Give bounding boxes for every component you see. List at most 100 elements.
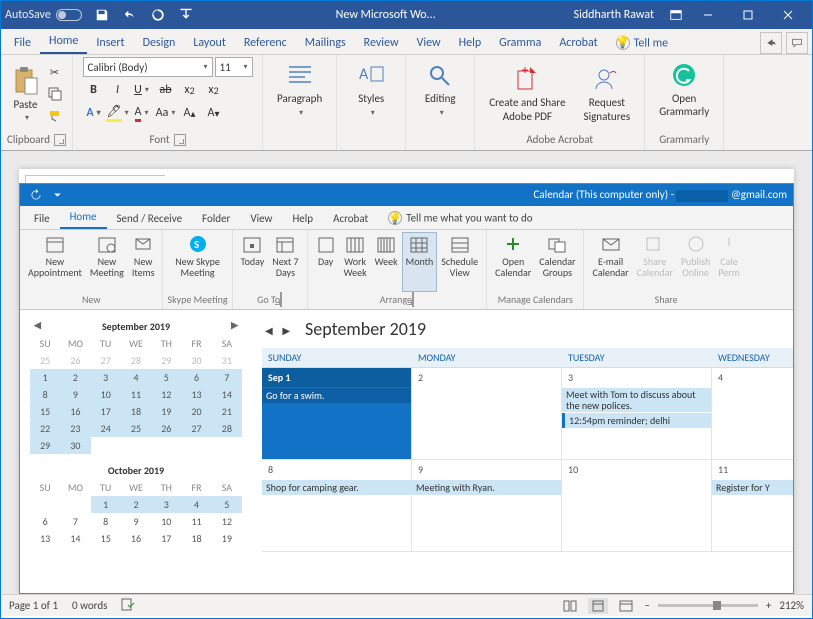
minimize-button[interactable] <box>688 1 728 29</box>
font-size-combo[interactable]: 11▾ <box>215 57 253 77</box>
outlook-tab-view[interactable]: View <box>240 208 282 229</box>
tab-help[interactable]: Help <box>450 32 491 54</box>
italic-button[interactable]: I <box>107 80 129 100</box>
save-icon[interactable] <box>90 3 114 27</box>
qat-dropdown-icon[interactable]: ⏷ <box>54 190 61 201</box>
superscript-button[interactable]: x2 <box>203 80 225 100</box>
user-name[interactable]: Siddharth Rawat <box>574 8 654 22</box>
web-layout-icon[interactable] <box>616 598 636 614</box>
refresh-icon[interactable] <box>26 185 46 205</box>
tab-grammarly[interactable]: Gramma <box>490 32 550 54</box>
tab-design[interactable]: Design <box>134 32 185 54</box>
tab-mailings[interactable]: Mailings <box>296 32 355 54</box>
tab-layout[interactable]: Layout <box>184 32 235 54</box>
shrink-font-button[interactable]: A▾ <box>203 103 225 123</box>
day-cell-8[interactable]: 8 Shop for camping gear. <box>262 460 412 552</box>
zoom-slider[interactable] <box>658 604 758 607</box>
next-period-icon[interactable]: ▶ <box>279 324 293 337</box>
font-name-combo[interactable]: Calibri (Body)▾ <box>83 57 213 77</box>
undo-icon[interactable] <box>118 3 142 27</box>
autosave-toggle-icon[interactable] <box>56 9 82 21</box>
clipboard-launcher-icon[interactable] <box>54 134 66 146</box>
goto-launcher-icon[interactable] <box>280 292 282 307</box>
tab-file[interactable]: File <box>5 32 40 54</box>
arrange-launcher-icon[interactable] <box>412 292 414 307</box>
spelling-icon[interactable] <box>121 597 135 614</box>
underline-button[interactable]: U▾ <box>131 80 153 100</box>
comments-button[interactable] <box>786 32 808 54</box>
new-appointment-button[interactable]: New Appointment <box>24 232 86 292</box>
email-calendar-button[interactable]: E-mail Calendar <box>588 232 632 292</box>
day-cell-10[interactable]: 10 <box>562 460 712 552</box>
new-meeting-button[interactable]: New Meeting <box>86 232 128 292</box>
subscript-button[interactable]: x2 <box>179 80 201 100</box>
cut-icon[interactable]: ✂ <box>45 62 65 82</box>
bold-button[interactable]: B <box>83 80 105 100</box>
read-mode-icon[interactable] <box>560 598 580 614</box>
tab-tellme[interactable]: 💡Tell me <box>607 32 678 55</box>
outlook-tab-home[interactable]: Home <box>60 206 107 229</box>
day-cell-4[interactable]: 4 <box>712 368 793 460</box>
zoom-in-button[interactable]: + <box>766 599 771 612</box>
today-button[interactable]: Today <box>237 232 269 292</box>
share-button[interactable] <box>760 32 782 54</box>
zoom-level[interactable]: 212% <box>779 599 804 612</box>
open-calendar-button[interactable]: Open Calendar <box>491 232 535 292</box>
change-case-button[interactable]: Aa▾ <box>155 103 177 123</box>
font-color-button[interactable]: A▾ <box>131 103 153 123</box>
print-layout-icon[interactable] <box>588 598 608 614</box>
autosave-control[interactable]: AutoSave <box>5 8 82 22</box>
redo-icon[interactable] <box>146 3 170 27</box>
calendar-groups-button[interactable]: Calendar Groups <box>535 232 579 292</box>
copy-icon[interactable] <box>45 84 65 104</box>
paste-button[interactable]: Paste ▾ <box>9 62 43 127</box>
mini2-table[interactable]: SUMOTUWETHFRSA 12345 6789101112 13141516… <box>30 479 242 547</box>
close-button[interactable] <box>768 1 808 29</box>
grow-font-button[interactable]: A▴ <box>179 103 201 123</box>
day-cell-2[interactable]: 2 <box>412 368 562 460</box>
day-cell-9[interactable]: 9 Meeting with Ryan. <box>412 460 562 552</box>
zoom-out-button[interactable]: − <box>644 599 649 612</box>
maximize-button[interactable] <box>728 1 768 29</box>
day-cell-sep1[interactable]: Sep 1 Go for a swim. <box>262 368 412 460</box>
create-share-pdf-button[interactable]: Create and Share Adobe PDF <box>481 61 573 126</box>
outlook-tab-acrobat[interactable]: Acrobat <box>323 208 378 229</box>
page-indicator[interactable]: Page 1 of 1 <box>9 599 58 612</box>
mini1-table[interactable]: SUMOTUWETHFRSA 25262728293031 1234567 89… <box>30 335 242 454</box>
event-tom[interactable]: Meet with Tom to discuss about the new p… <box>562 388 711 412</box>
day-cell-3[interactable]: 3 Meet with Tom to discuss about the new… <box>562 368 712 460</box>
event-camping[interactable]: Shop for camping gear. <box>262 480 411 495</box>
tab-home[interactable]: Home <box>40 30 87 54</box>
prev-period-icon[interactable]: ◀ <box>262 324 276 337</box>
outlook-tab-help[interactable]: Help <box>282 208 323 229</box>
outlook-tab-folder[interactable]: Folder <box>192 208 240 229</box>
editing-button[interactable]: Editing▾ <box>412 57 468 122</box>
ribbon-options-icon[interactable] <box>664 3 688 27</box>
tab-acrobat[interactable]: Acrobat <box>550 32 606 54</box>
styles-button[interactable]: A Styles▾ <box>343 57 399 122</box>
outlook-tab-sendreceive[interactable]: Send / Receive <box>107 208 193 229</box>
request-signatures-button[interactable]: Request Signatures <box>576 61 639 126</box>
skype-meeting-button[interactable]: SNew Skype Meeting <box>171 232 224 292</box>
new-items-button[interactable]: New Items <box>128 232 159 292</box>
next-month-icon[interactable]: ▶ <box>231 320 238 331</box>
next7days-button[interactable]: Next 7 Days <box>268 232 302 292</box>
event-reminder[interactable]: 12:54pm reminder; delhi <box>562 413 711 428</box>
outlook-tab-file[interactable]: File <box>24 208 60 229</box>
event-ryan[interactable]: Meeting with Ryan. <box>412 480 561 495</box>
highlight-button[interactable]: 🖊▾ <box>107 103 129 123</box>
day-cell-11[interactable]: 11 Register for Y <box>712 460 793 552</box>
paragraph-button[interactable]: Paragraph▾ <box>269 57 330 122</box>
font-launcher-icon[interactable] <box>174 134 186 146</box>
open-grammarly-button[interactable]: Open Grammarly <box>651 57 717 122</box>
work-week-button[interactable]: Work Week <box>340 232 371 292</box>
tab-references[interactable]: Referenc <box>235 32 296 54</box>
outlook-tellme[interactable]: 💡Tell me what you want to do <box>378 207 542 229</box>
tab-view[interactable]: View <box>408 32 450 54</box>
tab-review[interactable]: Review <box>355 32 408 54</box>
text-effects-button[interactable]: A▾ <box>83 103 105 123</box>
schedule-view-button[interactable]: Schedule View <box>437 232 482 292</box>
word-count[interactable]: 0 words <box>72 599 107 612</box>
event-register[interactable]: Register for Y <box>712 480 793 495</box>
event-swim[interactable]: Go for a swim. <box>262 388 411 403</box>
